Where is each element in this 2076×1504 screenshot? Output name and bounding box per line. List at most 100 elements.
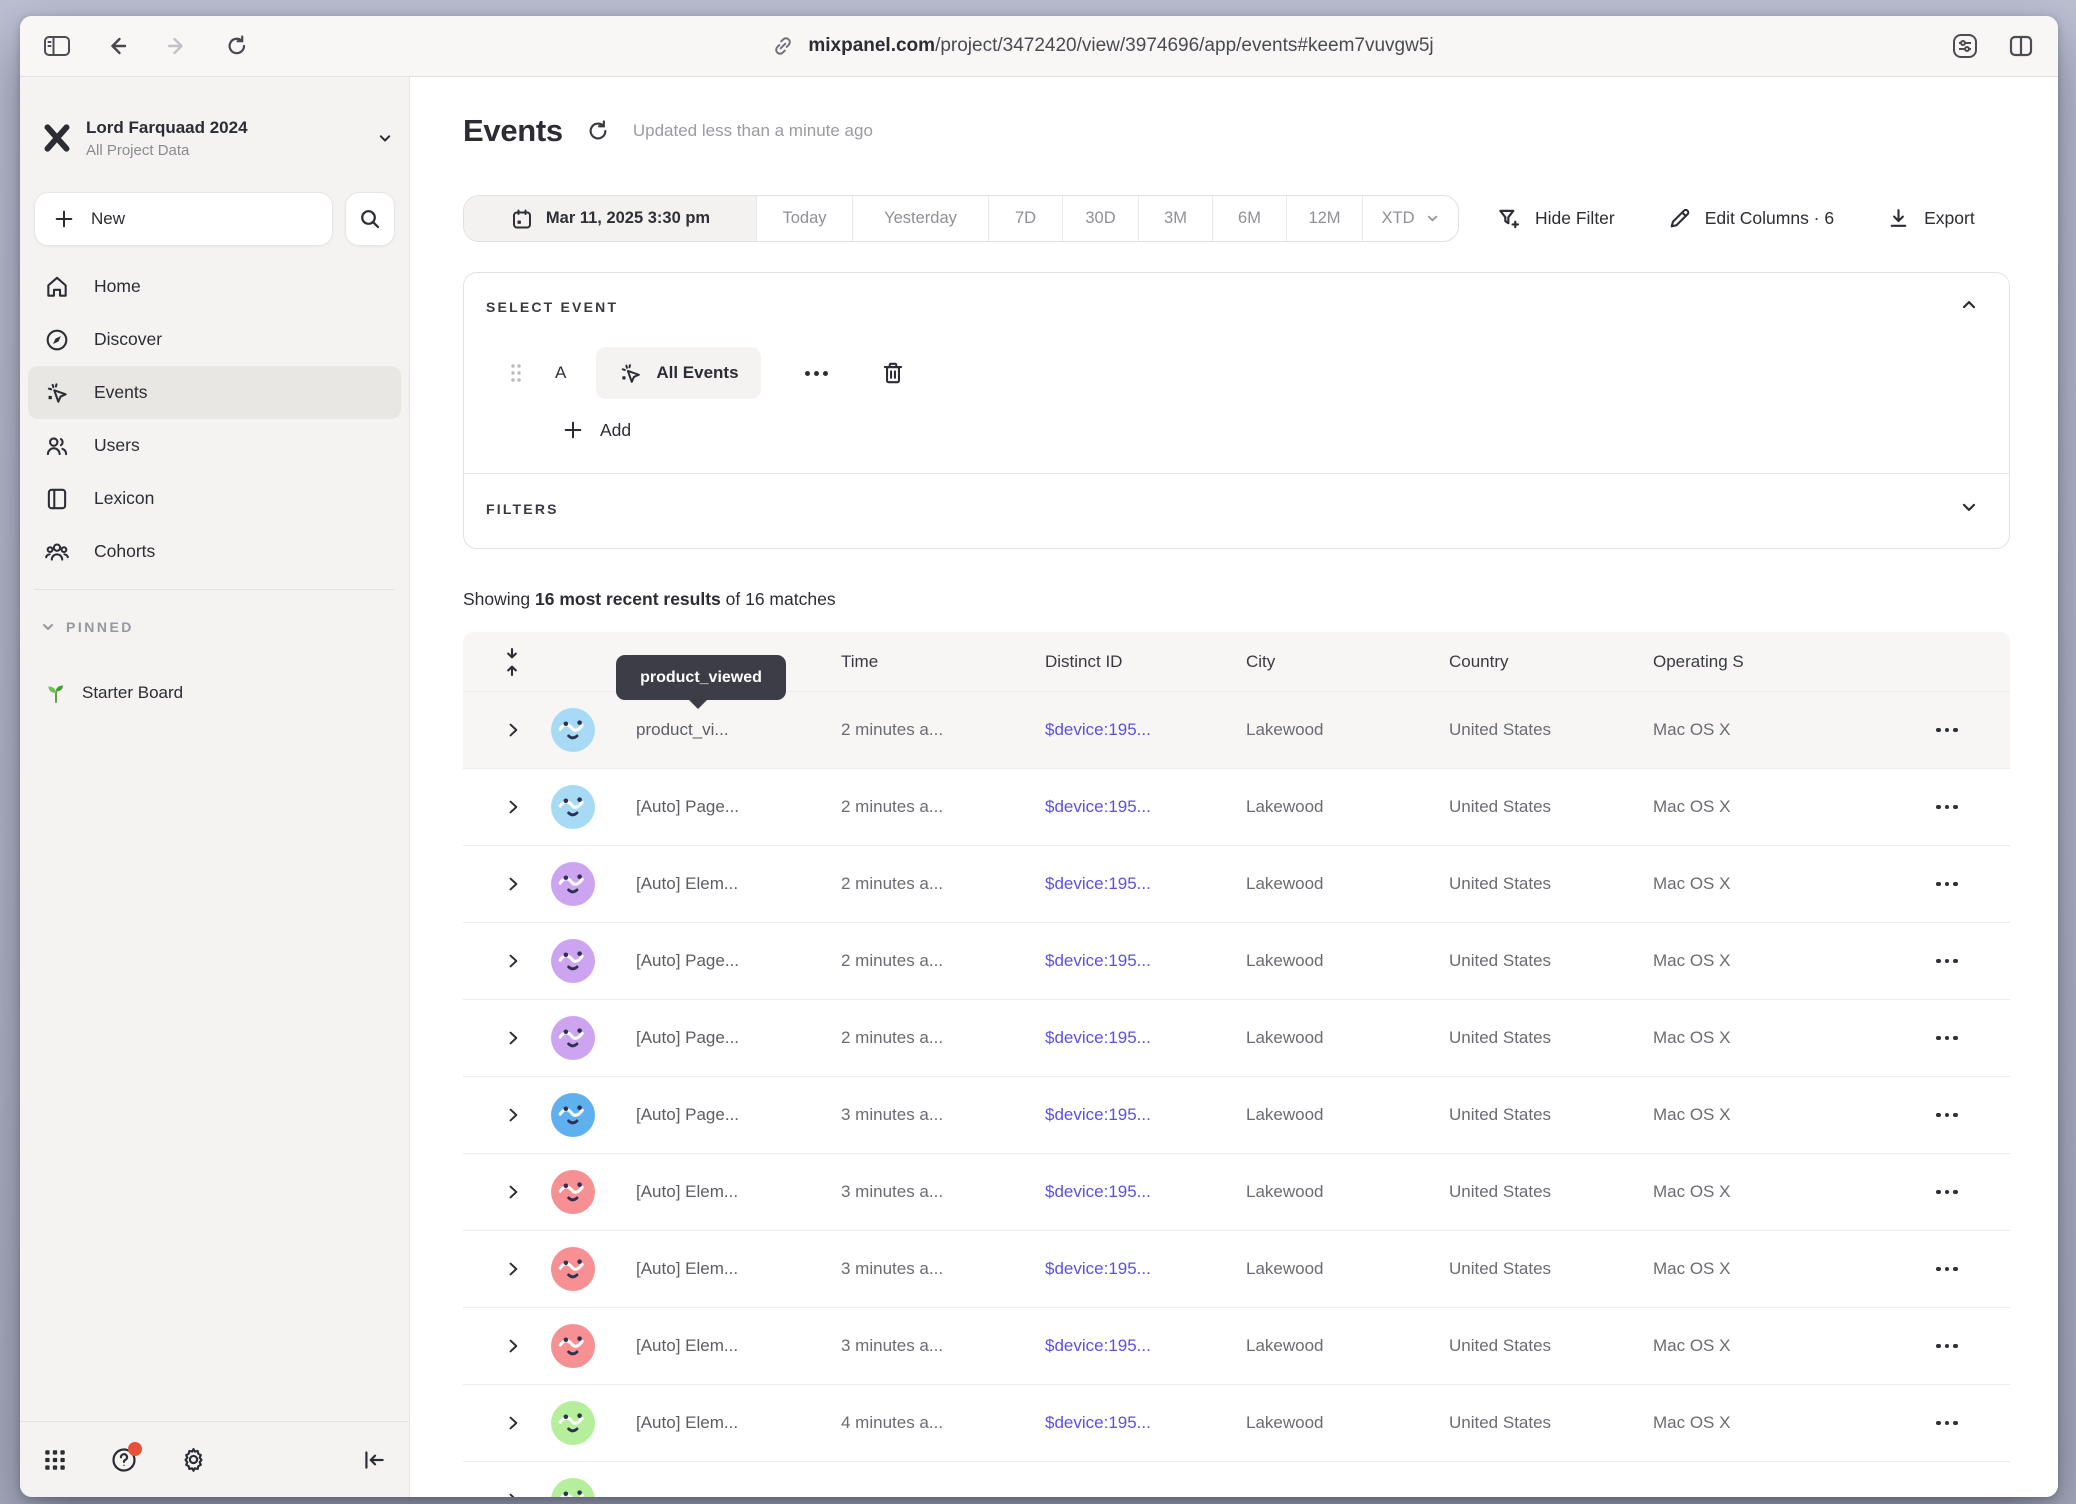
event-selector-pill[interactable]: All Events bbox=[596, 347, 760, 399]
help-button[interactable] bbox=[110, 1446, 138, 1474]
expand-row-chevron-icon[interactable] bbox=[503, 720, 523, 740]
table-row[interactable]: [Auto] Page... 3 minutes a... $device:19… bbox=[463, 1077, 2010, 1154]
table-row[interactable]: [Auto] Page... 2 minutes a... $device:19… bbox=[463, 923, 2010, 1000]
column-header-city[interactable]: City bbox=[1246, 652, 1449, 672]
expand-row-chevron-icon[interactable] bbox=[503, 1105, 523, 1125]
expand-row-chevron-icon[interactable] bbox=[503, 1182, 523, 1202]
event-options-ellipsis-button[interactable] bbox=[797, 363, 836, 384]
row-menu-ellipsis-button[interactable] bbox=[1926, 718, 1968, 743]
browser-split-view-icon[interactable] bbox=[2006, 31, 2036, 61]
expand-row-chevron-icon[interactable] bbox=[503, 797, 523, 817]
browser-reload-icon[interactable] bbox=[222, 31, 252, 61]
sidebar-item-events[interactable]: Events bbox=[28, 366, 401, 419]
distinct-id-link[interactable]: $device:195... bbox=[1045, 1182, 1246, 1202]
preset-today[interactable]: Today bbox=[757, 196, 853, 241]
expand-filters-chevron-down-icon[interactable] bbox=[1959, 497, 1979, 517]
row-menu-ellipsis-button[interactable] bbox=[1926, 1026, 1968, 1051]
hide-filter-button[interactable]: Hide Filter bbox=[1496, 206, 1615, 232]
date-picker-button[interactable]: Mar 11, 2025 3:30 pm bbox=[464, 196, 757, 241]
distinct-id-link[interactable]: $device:195... bbox=[1045, 1105, 1246, 1125]
export-button[interactable]: Export bbox=[1886, 206, 1975, 231]
expand-row-chevron-icon[interactable] bbox=[503, 1336, 523, 1356]
row-menu-ellipsis-button[interactable] bbox=[1926, 1103, 1968, 1128]
sidebar-item-home[interactable]: Home bbox=[28, 260, 401, 313]
distinct-id-link[interactable]: $device:195... bbox=[1045, 1413, 1246, 1433]
browser-back-icon[interactable] bbox=[102, 31, 132, 61]
distinct-id-link[interactable]: $device:195... bbox=[1045, 1028, 1246, 1048]
table-row[interactable]: [Auto] Elem... 4 minutes a... $device:19… bbox=[463, 1385, 2010, 1462]
settings-gear-icon[interactable] bbox=[180, 1446, 207, 1473]
event-name-cell[interactable]: [Auto] Page... bbox=[603, 797, 841, 817]
column-header-time[interactable]: Time bbox=[841, 652, 1045, 672]
expand-row-chevron-icon[interactable] bbox=[503, 951, 523, 971]
sidebar-item-users[interactable]: Users bbox=[28, 419, 401, 472]
sidebar-item-starter-board[interactable]: Starter Board bbox=[28, 667, 401, 719]
row-menu-ellipsis-button[interactable] bbox=[1926, 1257, 1968, 1282]
preset-xtd-dropdown[interactable]: XTD bbox=[1363, 196, 1458, 241]
preset-7d[interactable]: 7D bbox=[989, 196, 1063, 241]
browser-sidebar-toggle-icon[interactable] bbox=[42, 31, 72, 61]
distinct-id-link[interactable]: $device:195... bbox=[1045, 797, 1246, 817]
column-header-operating-system[interactable]: Operating S bbox=[1653, 652, 1884, 672]
collapse-sidebar-icon[interactable] bbox=[361, 1447, 387, 1473]
event-name-cell[interactable]: [Auto] Page... bbox=[603, 1105, 841, 1125]
event-name-cell[interactable]: product_vi... bbox=[603, 720, 841, 740]
event-name-cell[interactable]: [Auto] Elem... bbox=[603, 1336, 841, 1356]
table-row[interactable]: [Auto] Elem... 3 minutes a... $device:19… bbox=[463, 1308, 2010, 1385]
row-menu-ellipsis-button[interactable] bbox=[1926, 872, 1968, 897]
collapse-all-rows-icon[interactable] bbox=[501, 647, 523, 677]
workspace-switcher[interactable]: Lord Farquaad 2024 All Project Data bbox=[36, 107, 395, 169]
event-name-cell[interactable]: [Auto] Elem... bbox=[603, 874, 841, 894]
distinct-id-link[interactable]: $device:195... bbox=[1045, 951, 1246, 971]
add-event-button[interactable]: Add bbox=[562, 419, 631, 441]
row-menu-ellipsis-button[interactable] bbox=[1926, 1334, 1968, 1359]
preset-yesterday[interactable]: Yesterday bbox=[853, 196, 989, 241]
table-row[interactable]: [Auto] Page... 2 minutes a... $device:19… bbox=[463, 769, 2010, 846]
sidebar-item-cohorts[interactable]: Cohorts bbox=[28, 525, 401, 578]
row-menu-ellipsis-button[interactable] bbox=[1926, 795, 1968, 820]
row-menu-ellipsis-button[interactable] bbox=[1926, 949, 1968, 974]
table-row[interactable]: [Auto] Elem... 3 minutes a... $device:19… bbox=[463, 1231, 2010, 1308]
row-menu-ellipsis-button[interactable] bbox=[1926, 1411, 1968, 1436]
distinct-id-link[interactable]: $device:195... bbox=[1045, 874, 1246, 894]
column-header-country[interactable]: Country bbox=[1449, 652, 1653, 672]
event-name-cell[interactable]: [Auto] Elem... bbox=[603, 1182, 841, 1202]
expand-row-chevron-icon[interactable] bbox=[503, 874, 523, 894]
drag-handle-icon[interactable] bbox=[509, 361, 523, 385]
table-row[interactable]: [Auto] Elem... 2 minutes a... $device:19… bbox=[463, 846, 2010, 923]
distinct-id-link[interactable]: $device:195... bbox=[1045, 1259, 1246, 1279]
table-row[interactable]: [Auto] Page... 2 minutes a... $device:19… bbox=[463, 1000, 2010, 1077]
edit-columns-button[interactable]: Edit Columns · 6 bbox=[1667, 206, 1834, 231]
expand-row-chevron-icon[interactable] bbox=[503, 1028, 523, 1048]
new-button[interactable]: New bbox=[34, 192, 333, 246]
apps-grid-icon[interactable] bbox=[42, 1447, 68, 1473]
browser-page-settings-icon[interactable] bbox=[1950, 31, 1980, 61]
sidebar-item-discover[interactable]: Discover bbox=[28, 313, 401, 366]
event-name-cell[interactable]: [Auto] Elem... bbox=[603, 1259, 841, 1279]
column-header-distinct-id[interactable]: Distinct ID bbox=[1045, 652, 1246, 672]
expand-row-chevron-icon[interactable] bbox=[503, 1259, 523, 1279]
distinct-id-link[interactable]: $device:195... bbox=[1045, 720, 1246, 740]
event-name-cell[interactable]: [Auto] Page... bbox=[603, 1028, 841, 1048]
preset-12m[interactable]: 12M bbox=[1287, 196, 1363, 241]
pinned-section-header[interactable]: PINNED bbox=[40, 619, 134, 635]
refresh-icon[interactable] bbox=[585, 118, 611, 144]
search-button[interactable] bbox=[345, 192, 395, 246]
url-bar[interactable]: mixpanel.com/project/3472420/view/397469… bbox=[252, 31, 1950, 61]
preset-3m[interactable]: 3M bbox=[1139, 196, 1213, 241]
expand-row-chevron-icon[interactable] bbox=[503, 1413, 523, 1433]
distinct-id-link[interactable]: $device:195... bbox=[1045, 1336, 1246, 1356]
browser-forward-icon[interactable] bbox=[162, 31, 192, 61]
table-row[interactable]: [Auto] Elem... 3 minutes a... $device:19… bbox=[463, 1154, 2010, 1231]
row-menu-ellipsis-button[interactable] bbox=[1926, 1488, 1968, 1497]
event-name-cell[interactable]: [Auto] Elem... bbox=[603, 1413, 841, 1433]
sidebar-item-lexicon[interactable]: Lexicon bbox=[28, 472, 401, 525]
event-name-cell[interactable]: [Auto] Page... bbox=[603, 951, 841, 971]
row-menu-ellipsis-button[interactable] bbox=[1926, 1180, 1968, 1205]
delete-event-trash-icon[interactable] bbox=[880, 360, 906, 386]
preset-30d[interactable]: 30D bbox=[1063, 196, 1139, 241]
expand-row-chevron-icon[interactable] bbox=[503, 1490, 523, 1497]
preset-6m[interactable]: 6M bbox=[1213, 196, 1287, 241]
collapse-section-chevron-up-icon[interactable] bbox=[1959, 295, 1979, 315]
table-row[interactable] bbox=[463, 1462, 2010, 1497]
